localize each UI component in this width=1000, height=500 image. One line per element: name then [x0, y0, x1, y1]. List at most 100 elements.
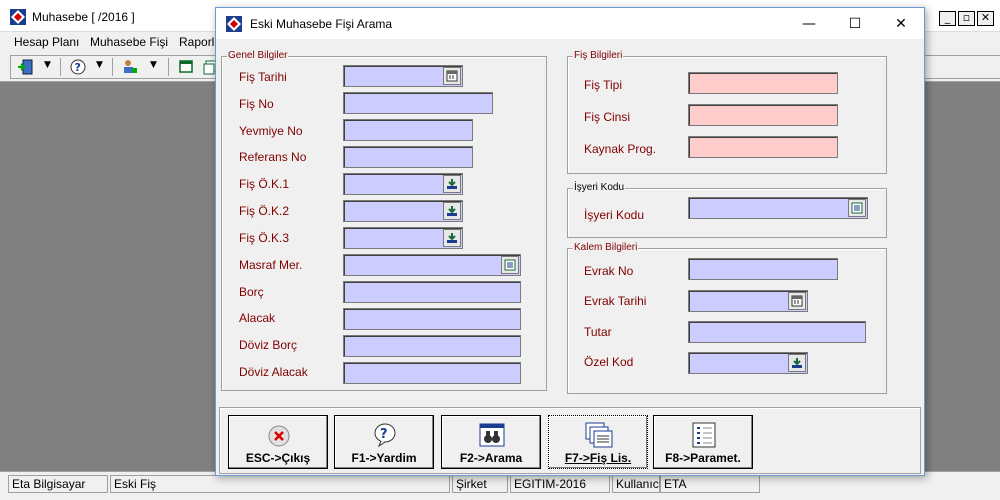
- label-evrak-tarihi: Evrak Tarihi: [584, 294, 647, 308]
- lookup-icon[interactable]: [443, 202, 461, 220]
- fis-cinsi-input[interactable]: [688, 104, 838, 126]
- app-title: Muhasebe [ /2016 ]: [32, 10, 135, 24]
- label-fis-ok2: Fiş Ö.K.2: [239, 204, 290, 218]
- label-fis-tarihi: Fiş Tarihi: [239, 70, 287, 84]
- label-kaynak-prog: Kaynak Prog.: [584, 142, 657, 156]
- label-ozel-kod: Özel Kod: [584, 355, 634, 369]
- label-tutar: Tutar: [584, 325, 612, 339]
- users-icon[interactable]: [120, 57, 140, 77]
- label-borc: Borç: [239, 285, 264, 299]
- fis-ok2-input[interactable]: [343, 200, 463, 222]
- status-sirket-label: Şirket: [452, 475, 508, 493]
- window-icon[interactable]: [176, 57, 196, 77]
- esc-cikis-button[interactable]: ESC->Çıkış: [228, 415, 328, 469]
- f7-fis-lis-button[interactable]: F7->Fiş Lis.: [548, 415, 648, 469]
- mdi-restore-button[interactable]: ▫: [958, 11, 975, 26]
- dialog-titlebar[interactable]: Eski Muhasebe Fişi Arama — ☐ ✕: [216, 8, 924, 39]
- group-legend: Fiş Bilgileri: [573, 50, 624, 61]
- status-module: Eski Fiş: [110, 475, 450, 493]
- label-doviz-borc: Döviz Borç: [239, 338, 298, 352]
- menu-muhasebe-fisi[interactable]: Muhasebe Fişi: [90, 35, 168, 49]
- label-masraf-mer: Masraf Mer.: [239, 258, 303, 272]
- lookup-icon[interactable]: [443, 229, 461, 247]
- list-icon[interactable]: [848, 199, 866, 217]
- chevron-down-icon[interactable]: ▼: [150, 60, 157, 70]
- status-host: Eta Bilgisayar: [8, 475, 108, 493]
- mdi-close-button[interactable]: ✕: [977, 11, 994, 26]
- label-referans-no: Referans No: [239, 150, 307, 164]
- doviz-alacak-input[interactable]: [343, 362, 521, 384]
- toolbar-separator: [168, 58, 169, 76]
- minimize-button[interactable]: —: [786, 12, 832, 36]
- label-alacak: Alacak: [239, 311, 276, 325]
- svg-text:?: ?: [75, 61, 81, 74]
- calendar-icon[interactable]: [788, 292, 806, 310]
- borc-input[interactable]: [343, 281, 521, 303]
- toolbar-separator: [60, 58, 61, 76]
- close-circle-icon: [268, 425, 290, 447]
- masraf-mer-input[interactable]: [343, 254, 521, 276]
- app-logo-icon: [226, 16, 242, 32]
- status-kullanici-label: Kullanıcı: [612, 475, 662, 493]
- button-panel: ESC->Çıkış ? F1->Yardim F2->Arama F7->Fi…: [219, 407, 921, 474]
- fis-no-input[interactable]: [343, 92, 493, 114]
- button-label: ESC->Çıkış: [245, 451, 311, 465]
- exit-door-icon[interactable]: [16, 57, 36, 77]
- label-evrak-no: Evrak No: [584, 264, 634, 278]
- ozel-kod-input[interactable]: [688, 352, 808, 374]
- svg-text:?: ?: [380, 427, 388, 442]
- help-icon[interactable]: ?: [68, 57, 88, 77]
- alacak-input[interactable]: [343, 308, 521, 330]
- group-legend: Kalem Bilgileri: [573, 242, 639, 253]
- fis-ok1-input[interactable]: [343, 173, 463, 195]
- documents-list-icon: [585, 422, 613, 448]
- button-label: F2->Arama: [459, 451, 523, 465]
- group-legend: İşyeri Kodu: [573, 182, 626, 193]
- status-kullanici-value: ETA: [660, 475, 760, 493]
- label-yevmiye-no: Yevmiye No: [239, 124, 303, 138]
- f2-arama-button[interactable]: F2->Arama: [441, 415, 541, 469]
- label-fis-ok1: Fiş Ö.K.1: [239, 177, 290, 191]
- label-fis-no: Fiş No: [239, 97, 274, 111]
- search-binoculars-icon: [479, 423, 505, 447]
- chevron-down-icon[interactable]: ▼: [96, 60, 103, 70]
- yevmiye-no-input[interactable]: [343, 119, 473, 141]
- mdi-minimize-button[interactable]: _: [939, 11, 956, 26]
- label-doviz-alacak: Döviz Alacak: [239, 365, 308, 379]
- status-sirket-value: EGITIM-2016: [510, 475, 610, 493]
- fis-tipi-input[interactable]: [688, 72, 838, 94]
- maximize-button[interactable]: ☐: [832, 12, 878, 36]
- lookup-icon[interactable]: [788, 354, 806, 372]
- kaynak-prog-input[interactable]: [688, 136, 838, 158]
- button-label: F8->Paramet.: [665, 451, 741, 465]
- label-fis-tipi: Fiş Tipi: [584, 78, 623, 92]
- close-button[interactable]: ✕: [878, 12, 924, 36]
- label-fis-ok3: Fiş Ö.K.3: [239, 231, 290, 245]
- calendar-icon[interactable]: [443, 67, 461, 85]
- toolbar-separator: [112, 58, 113, 76]
- button-label: F1->Yardim: [351, 451, 417, 465]
- lookup-icon[interactable]: [443, 175, 461, 193]
- evrak-no-input[interactable]: [688, 258, 838, 280]
- f1-yardim-button[interactable]: ? F1->Yardim: [334, 415, 434, 469]
- label-fis-cinsi: Fiş Cinsi: [584, 110, 631, 124]
- f8-paramet-button[interactable]: F8->Paramet.: [653, 415, 753, 469]
- list-icon[interactable]: [501, 256, 519, 274]
- isyeri-kodu-input[interactable]: [688, 197, 868, 219]
- tutar-input[interactable]: [688, 321, 866, 343]
- dialog-title: Eski Muhasebe Fişi Arama: [250, 17, 393, 31]
- button-label: F7->Fiş Lis.: [564, 451, 632, 465]
- mdi-controls: _ ▫ ✕: [939, 11, 994, 26]
- parameters-icon: [692, 422, 716, 448]
- chevron-down-icon[interactable]: ▼: [44, 60, 51, 70]
- evrak-tarihi-input[interactable]: [688, 290, 808, 312]
- app-logo-icon: [10, 9, 26, 25]
- doviz-borc-input[interactable]: [343, 335, 521, 357]
- menu-hesap-plani[interactable]: Hesap Planı: [14, 35, 79, 49]
- label-isyeri-kodu: İşyeri Kodu: [584, 208, 645, 222]
- fis-ok3-input[interactable]: [343, 227, 463, 249]
- fis-tarihi-input[interactable]: [343, 65, 463, 87]
- search-dialog: Eski Muhasebe Fişi Arama — ☐ ✕ Genel Bil…: [215, 7, 925, 476]
- group-legend: Genel Bilgiler: [227, 50, 289, 61]
- referans-no-input[interactable]: [343, 146, 473, 168]
